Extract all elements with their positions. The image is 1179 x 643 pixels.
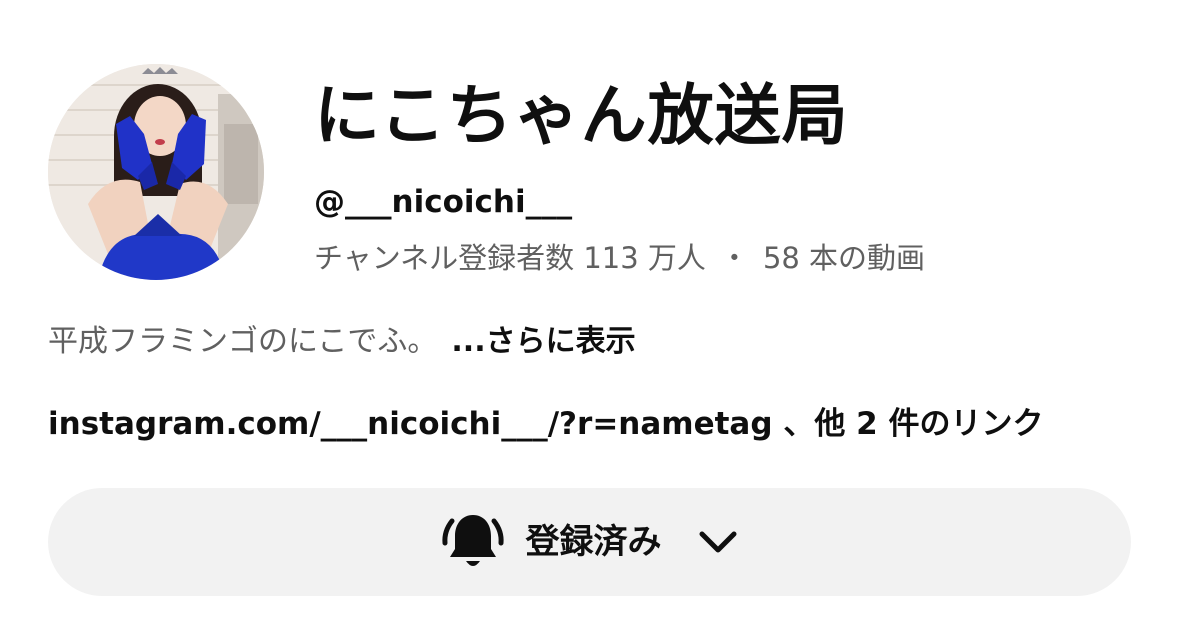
bell-icon <box>440 509 506 575</box>
channel-avatar[interactable] <box>48 64 264 280</box>
stats-separator: ・ <box>719 241 749 275</box>
subscribed-button[interactable]: 登録済み <box>48 488 1131 596</box>
more-links[interactable]: 、他 2 件のリンク <box>783 406 1043 442</box>
chevron-down-icon <box>696 520 740 564</box>
avatar-photo <box>48 64 264 280</box>
subscriber-count: チャンネル登録者数 113 万人 <box>314 241 706 275</box>
show-more-link[interactable]: ...さらに表示 <box>451 324 635 359</box>
channel-links: instagram.com/___nicoichi___/?r=nametag … <box>48 404 1044 444</box>
subscribed-label: 登録済み <box>525 522 662 562</box>
channel-stats: チャンネル登録者数 113 万人・ 58 本の動画 <box>314 238 925 278</box>
description-text: 平成フラミンゴのにこでふ。 <box>48 324 438 359</box>
instagram-link[interactable]: instagram.com/___nicoichi___/?r=nametag <box>48 406 773 442</box>
channel-name: にこちゃん放送局 <box>314 77 849 154</box>
video-count: 58 本の動画 <box>762 241 926 275</box>
channel-handle: @___nicoichi___ <box>314 184 573 220</box>
channel-description: 平成フラミンゴのにこでふ。 ...さらに表示 <box>48 322 636 362</box>
